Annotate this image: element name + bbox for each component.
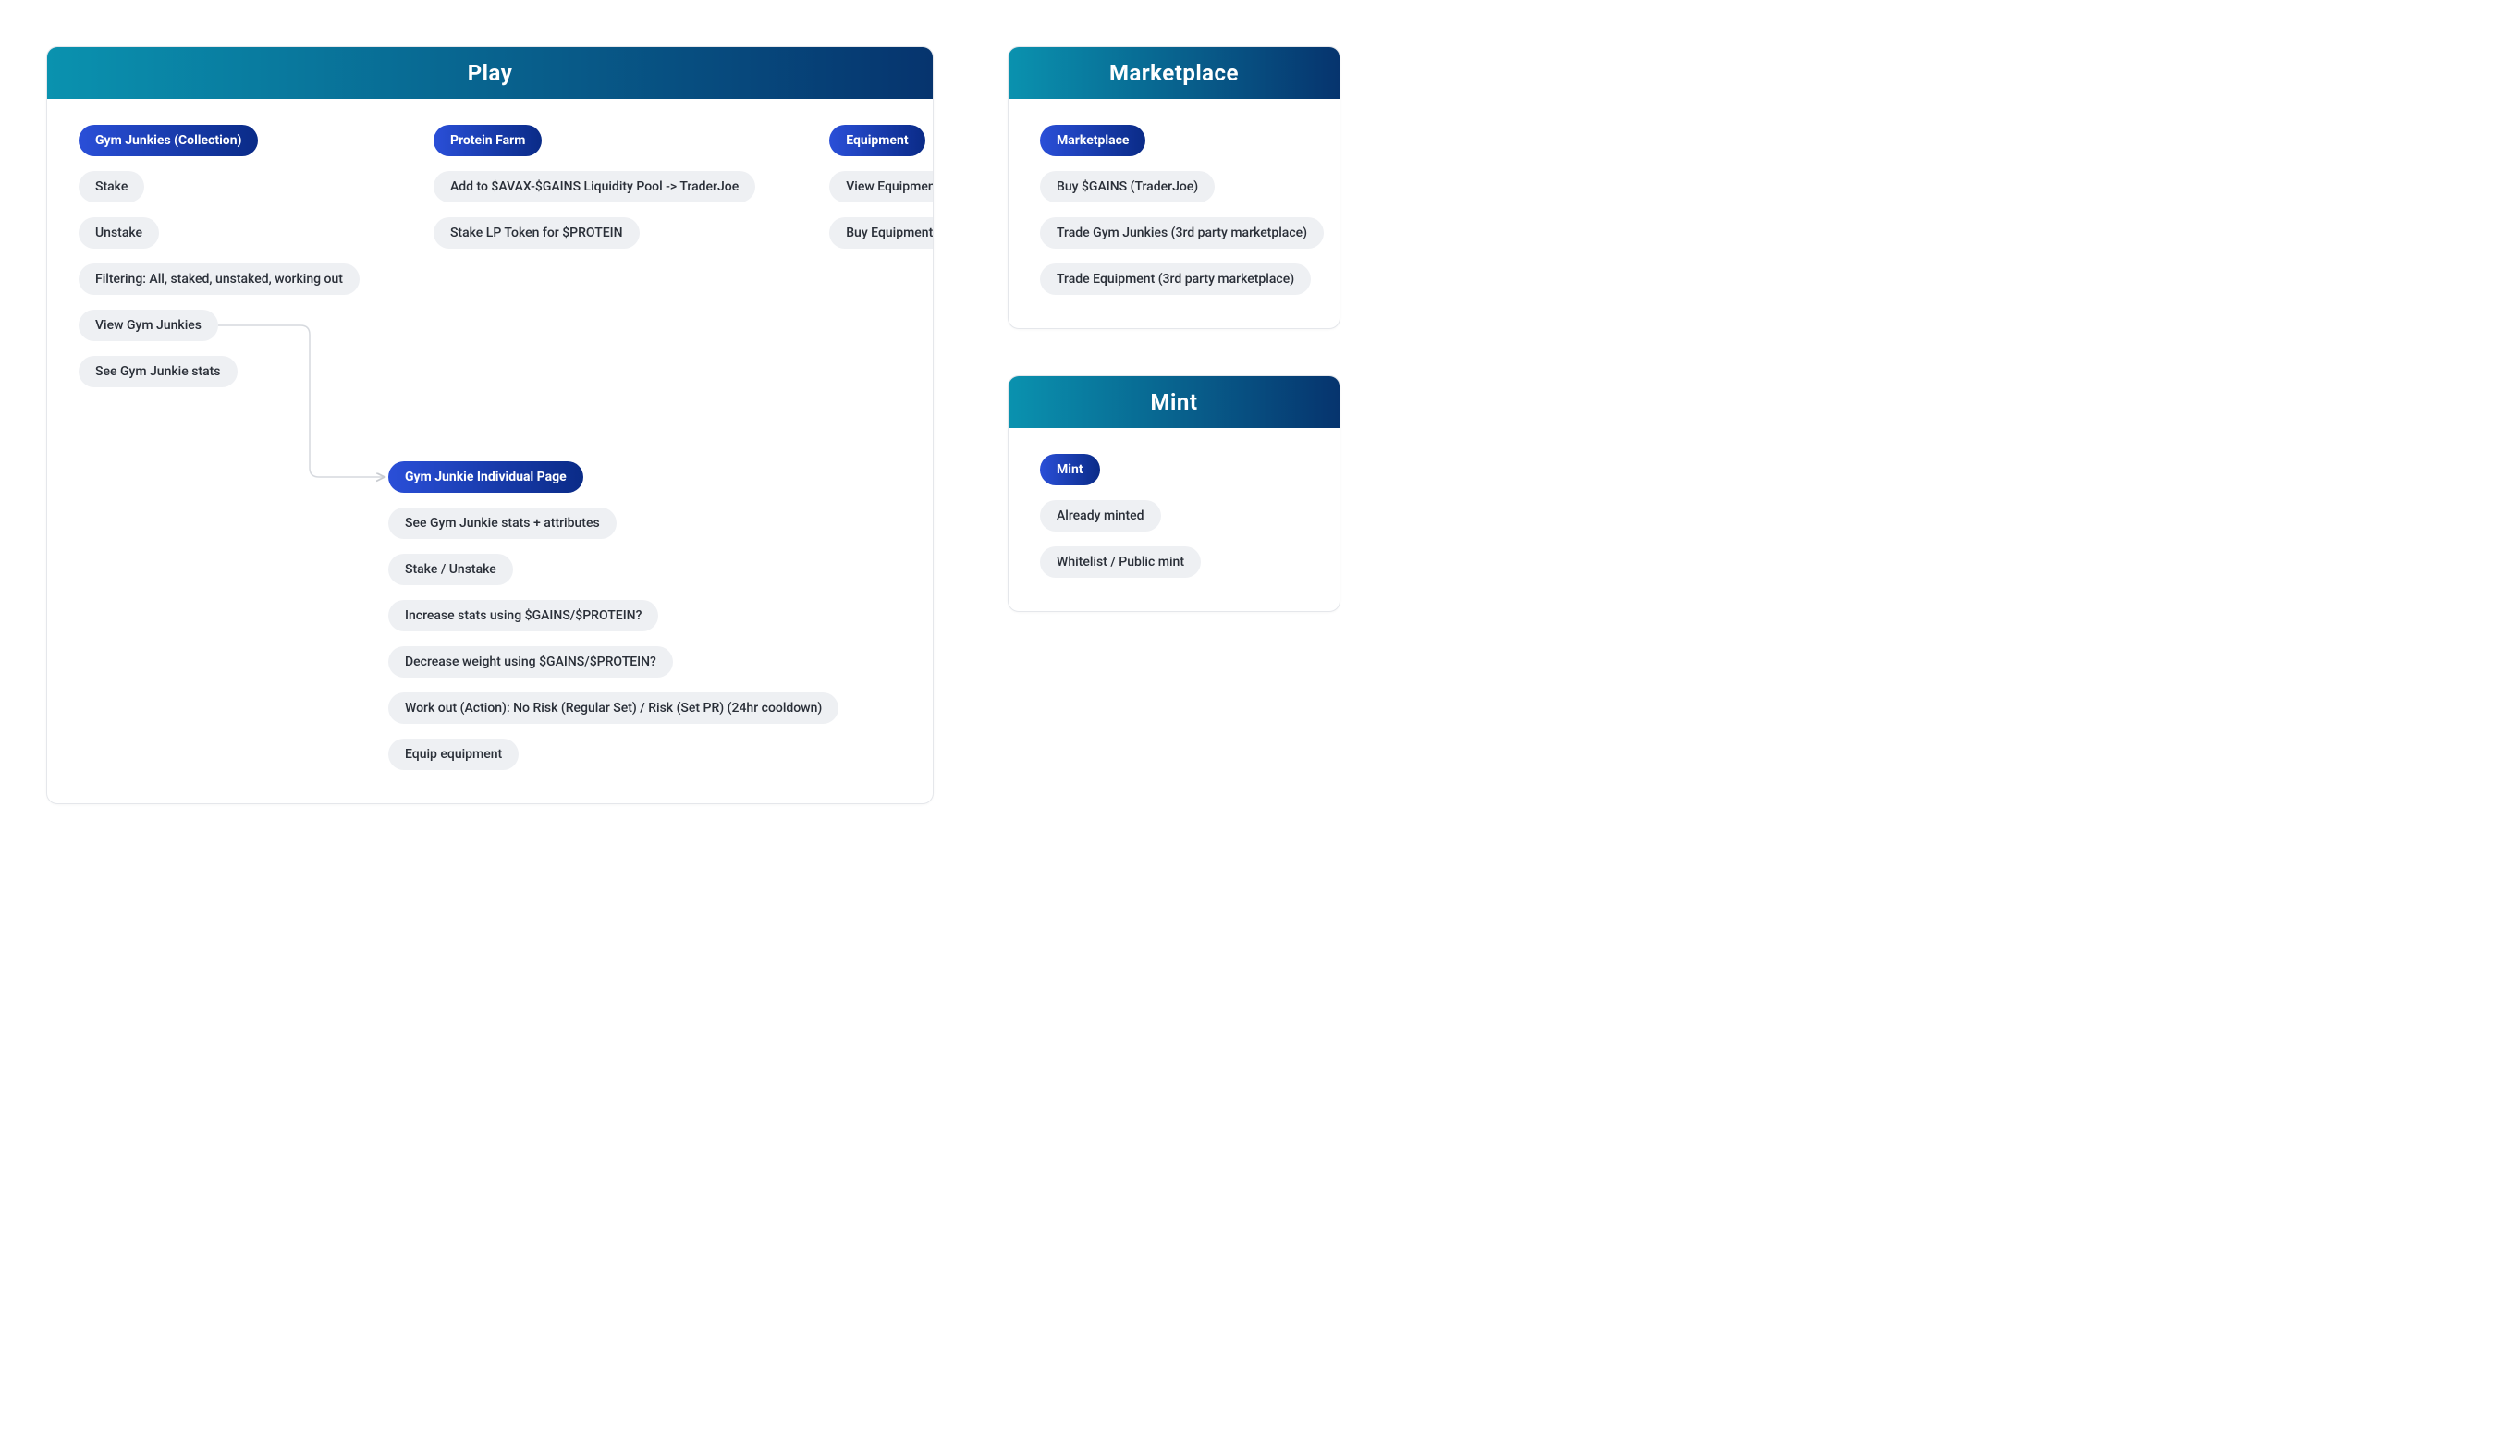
mint-panel-title: Mint — [1009, 376, 1340, 428]
protein-farm-item-stake-lp[interactable]: Stake LP Token for $PROTEIN — [434, 217, 640, 249]
gym-junkies-item-filtering[interactable]: Filtering: All, staked, unstaked, workin… — [79, 263, 360, 295]
side-column: Marketplace Marketplace Buy $GAINS (Trad… — [1008, 46, 1340, 612]
diagram-canvas: Play Gym Junkies (Collection) Stake Unst… — [46, 46, 2474, 804]
individual-item-increase-stats[interactable]: Increase stats using $GAINS/$PROTEIN? — [388, 600, 658, 631]
individual-item-stats-attr[interactable]: See Gym Junkie stats + attributes — [388, 508, 617, 539]
mint-item-already-minted[interactable]: Already minted — [1040, 500, 1161, 532]
marketplace-item-trade-equipment[interactable]: Trade Equipment (3rd party marketplace) — [1040, 263, 1311, 295]
marketplace-panel-title: Marketplace — [1009, 47, 1340, 99]
individual-page-block: Gym Junkie Individual Page See Gym Junki… — [388, 461, 901, 770]
gym-junkies-item-stake[interactable]: Stake — [79, 171, 144, 202]
individual-item-decrease-weight[interactable]: Decrease weight using $GAINS/$PROTEIN? — [388, 646, 673, 678]
protein-farm-item-liquidity[interactable]: Add to $AVAX-$GAINS Liquidity Pool -> Tr… — [434, 171, 755, 202]
mint-item-whitelist[interactable]: Whitelist / Public mint — [1040, 546, 1201, 578]
mint-header[interactable]: Mint — [1040, 454, 1100, 485]
play-panel-title: Play — [47, 47, 933, 99]
individual-page-header[interactable]: Gym Junkie Individual Page — [388, 461, 583, 493]
play-panel: Play Gym Junkies (Collection) Stake Unst… — [46, 46, 934, 804]
marketplace-item-buy-gains[interactable]: Buy $GAINS (TraderJoe) — [1040, 171, 1215, 202]
equipment-item-view[interactable]: View Equipment — [829, 171, 934, 202]
equipment-header[interactable]: Equipment — [829, 125, 924, 156]
marketplace-panel-body: Marketplace Buy $GAINS (TraderJoe) Trade… — [1009, 99, 1340, 328]
marketplace-column: Marketplace Buy $GAINS (TraderJoe) Trade… — [1040, 125, 1308, 295]
mint-column: Mint Already minted Whitelist / Public m… — [1040, 454, 1308, 578]
equipment-item-buy[interactable]: Buy Equipment - using $PROTEIN — [829, 217, 934, 249]
individual-item-equip[interactable]: Equip equipment — [388, 739, 519, 770]
gym-junkies-item-stats[interactable]: See Gym Junkie stats — [79, 356, 238, 387]
gym-junkies-item-view[interactable]: View Gym Junkies — [79, 310, 218, 341]
play-panel-body: Gym Junkies (Collection) Stake Unstake F… — [47, 99, 933, 803]
marketplace-item-trade-junkies[interactable]: Trade Gym Junkies (3rd party marketplace… — [1040, 217, 1324, 249]
gym-junkies-item-unstake[interactable]: Unstake — [79, 217, 159, 249]
individual-item-workout[interactable]: Work out (Action): No Risk (Regular Set)… — [388, 692, 838, 724]
marketplace-panel: Marketplace Marketplace Buy $GAINS (Trad… — [1008, 46, 1340, 329]
protein-farm-column: Protein Farm Add to $AVAX-$GAINS Liquidi… — [434, 125, 755, 249]
marketplace-header[interactable]: Marketplace — [1040, 125, 1145, 156]
protein-farm-header[interactable]: Protein Farm — [434, 125, 542, 156]
gym-junkies-header[interactable]: Gym Junkies (Collection) — [79, 125, 258, 156]
gym-junkies-column: Gym Junkies (Collection) Stake Unstake F… — [79, 125, 360, 387]
mint-panel-body: Mint Already minted Whitelist / Public m… — [1009, 428, 1340, 611]
play-columns: Gym Junkies (Collection) Stake Unstake F… — [79, 125, 901, 387]
equipment-column: Equipment View Equipment Buy Equipment -… — [829, 125, 934, 249]
individual-item-stake-unstake[interactable]: Stake / Unstake — [388, 554, 513, 585]
mint-panel: Mint Mint Already minted Whitelist / Pub… — [1008, 375, 1340, 612]
